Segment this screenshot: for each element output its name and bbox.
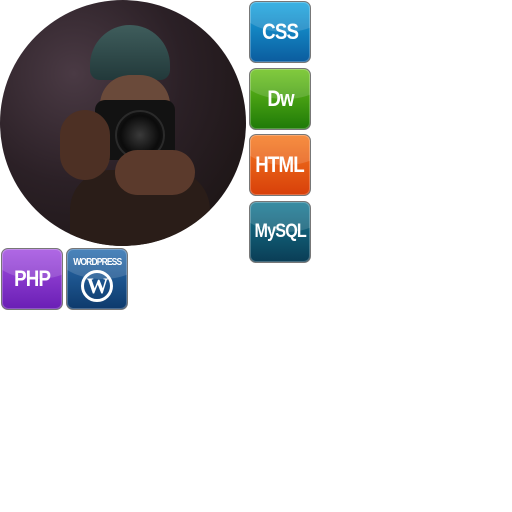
skill-php-icon: PHP [1, 248, 63, 310]
photo-cap [90, 25, 170, 80]
skill-label: WORDPRESS [72, 256, 122, 268]
skill-dreamweaver-icon: Dw [249, 68, 311, 130]
skill-wordpress-icon: WORDPRESS W [66, 248, 128, 310]
photo-hand [115, 150, 195, 195]
skill-label: Dw [266, 86, 294, 111]
skill-label: HTML [255, 152, 305, 177]
photo-hand [60, 110, 110, 180]
wordpress-logo-icon: W [81, 269, 113, 302]
skill-label: MySQL [254, 221, 306, 242]
skill-label: CSS [262, 19, 299, 44]
skill-mysql-icon: MySQL [249, 201, 311, 263]
skill-css-icon: CSS [249, 1, 311, 63]
skill-html-icon: HTML [249, 134, 311, 196]
profile-photo [0, 0, 246, 246]
skill-label: PHP [14, 266, 51, 291]
